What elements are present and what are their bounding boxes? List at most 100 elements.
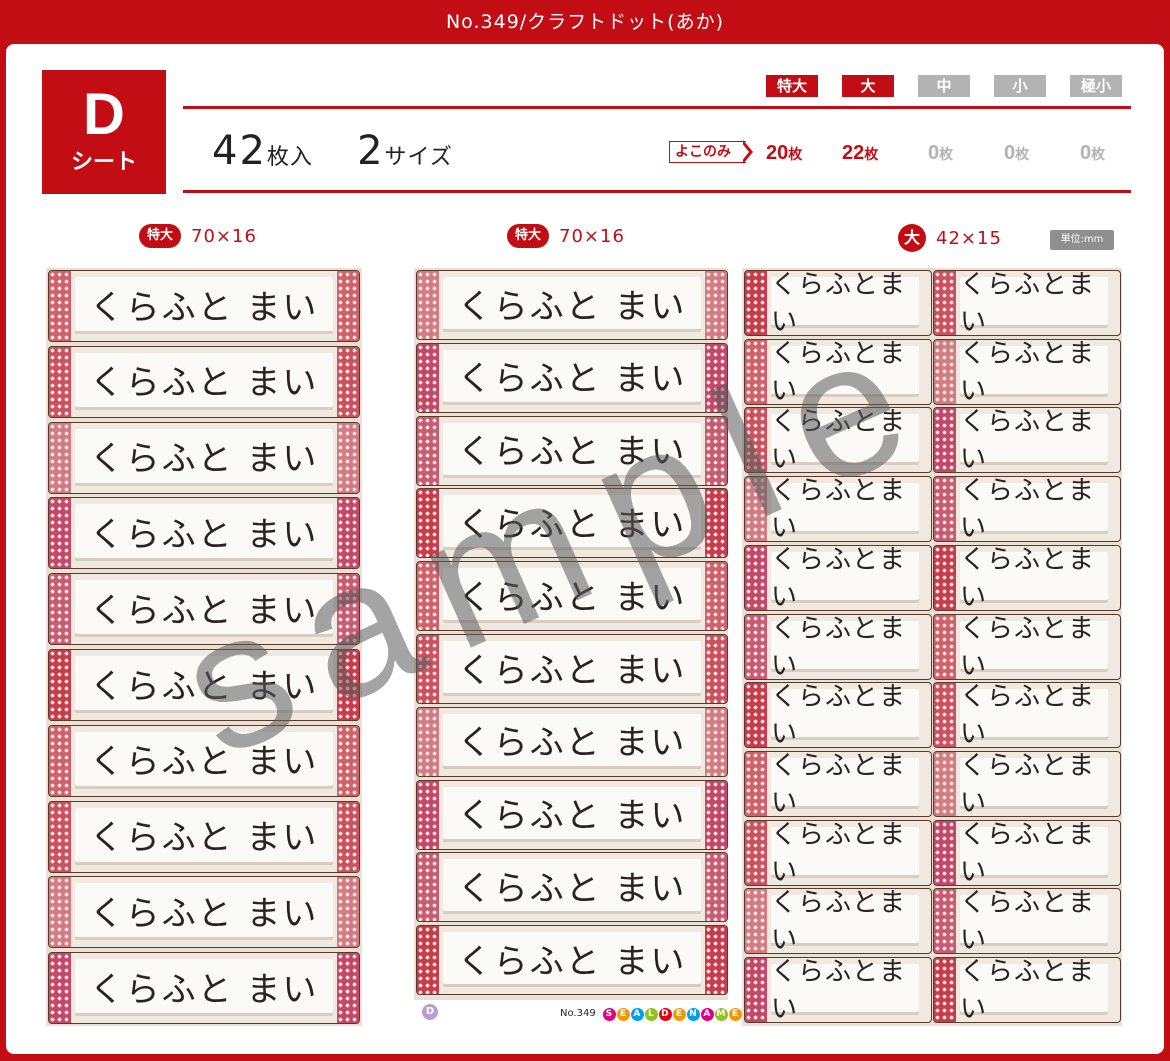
sheet-count: 42枚入 2サイズ bbox=[212, 128, 453, 174]
name-label-text: くらふとまい bbox=[960, 821, 1108, 885]
column-header-1: 特大 70×16 bbox=[139, 224, 257, 250]
count-xl: 20枚 bbox=[766, 142, 803, 164]
name-label: くらふと まい bbox=[416, 270, 728, 340]
name-label: くらふと まい bbox=[48, 952, 360, 1025]
sheet-letter: D bbox=[83, 82, 125, 147]
name-label-text: くらふとまい bbox=[771, 889, 919, 953]
name-label-text: くらふとまい bbox=[960, 271, 1108, 335]
name-label-text: くらふとまい bbox=[960, 889, 1108, 953]
name-label: くらふとまい bbox=[933, 338, 1121, 405]
name-label: くらふと まい bbox=[48, 421, 360, 494]
name-label: くらふとまい bbox=[933, 270, 1121, 336]
name-label: くらふとまい bbox=[744, 270, 932, 336]
name-label: くらふと まい bbox=[416, 925, 728, 996]
name-label-text: くらふと まい bbox=[75, 352, 333, 407]
name-label-text: くらふと まい bbox=[443, 859, 701, 912]
name-label-text: くらふとまい bbox=[771, 821, 919, 885]
label-dimensions: 70×16 bbox=[191, 225, 257, 247]
name-label: くらふとまい bbox=[933, 888, 1121, 955]
sheet-count-number: 42 bbox=[212, 128, 267, 174]
size-tab-xl: 特大 bbox=[766, 75, 818, 97]
name-label-text: くらふと まい bbox=[75, 277, 333, 331]
name-label: くらふとまい bbox=[744, 613, 932, 680]
name-label-text: くらふとまい bbox=[771, 408, 919, 472]
name-label: くらふとまい bbox=[744, 544, 932, 611]
name-label: くらふと まい bbox=[48, 497, 360, 570]
name-label: くらふとまい bbox=[744, 407, 932, 474]
name-label-text: くらふと まい bbox=[443, 641, 701, 693]
name-label-text: くらふとまい bbox=[960, 683, 1108, 747]
size-badge: 大 bbox=[898, 224, 926, 252]
name-label-text: くらふと まい bbox=[75, 504, 333, 559]
name-label-text: くらふとまい bbox=[960, 408, 1108, 472]
name-label-text: くらふと まい bbox=[75, 883, 333, 938]
name-label-text: くらふとまい bbox=[960, 477, 1108, 541]
name-label-text: くらふとまい bbox=[960, 546, 1108, 610]
name-label: くらふと まい bbox=[416, 852, 728, 923]
name-label-text: くらふとまい bbox=[771, 340, 919, 404]
count-s: 0枚 bbox=[1004, 142, 1030, 164]
sheet-kind: シート bbox=[70, 150, 137, 175]
brand-name: SEALDENAME bbox=[602, 1008, 743, 1021]
name-label: くらふと まい bbox=[48, 270, 360, 342]
name-label: くらふとまい bbox=[933, 750, 1121, 817]
name-label: くらふと まい bbox=[416, 342, 728, 413]
unit-note: 単位:mm bbox=[1050, 230, 1114, 250]
name-label: くらふと まい bbox=[416, 634, 728, 704]
size-count-number: 2 bbox=[357, 128, 385, 174]
name-label-text: くらふとまい bbox=[960, 340, 1108, 404]
name-label: くらふと まい bbox=[48, 649, 360, 721]
label-dimensions: 42×15 bbox=[936, 227, 1002, 249]
name-label: くらふと まい bbox=[416, 706, 728, 777]
name-label: くらふとまい bbox=[744, 819, 932, 886]
size-tab-xs: 極小 bbox=[1070, 75, 1122, 97]
name-label-text: くらふとまい bbox=[960, 958, 1108, 1022]
brand-logo: No.349 SEALDENAME bbox=[560, 1008, 743, 1021]
sheet-d-badge: D bbox=[422, 1004, 438, 1020]
name-label: くらふとまい bbox=[933, 682, 1121, 749]
orientation-tag: よこのみ bbox=[669, 140, 755, 164]
name-label: くらふとまい bbox=[744, 957, 932, 1023]
count-xs: 0枚 bbox=[1080, 142, 1106, 164]
name-label: くらふと まい bbox=[48, 876, 360, 949]
name-label-text: くらふと まい bbox=[75, 428, 333, 483]
name-label-text: くらふと まい bbox=[443, 932, 701, 985]
name-label-text: くらふとまい bbox=[771, 615, 919, 679]
name-label-text: くらふとまい bbox=[771, 271, 919, 335]
name-label: くらふとまい bbox=[744, 338, 932, 405]
name-label-text: くらふとまい bbox=[960, 752, 1108, 816]
divider-bottom bbox=[183, 190, 1131, 193]
name-label: くらふと まい bbox=[416, 561, 728, 632]
name-label-text: くらふとまい bbox=[771, 477, 919, 541]
name-label-text: くらふと まい bbox=[75, 731, 333, 786]
name-label-text: くらふと まい bbox=[443, 786, 701, 839]
name-label: くらふとまい bbox=[933, 407, 1121, 474]
name-label: くらふとまい bbox=[744, 476, 932, 543]
name-label-text: くらふとまい bbox=[960, 615, 1108, 679]
name-label: くらふとまい bbox=[933, 819, 1121, 886]
name-label: くらふと まい bbox=[416, 415, 728, 486]
name-label-text: くらふと まい bbox=[443, 568, 701, 621]
divider-top bbox=[183, 106, 1131, 109]
name-label-text: くらふと まい bbox=[75, 959, 333, 1014]
name-label-text: くらふとまい bbox=[771, 546, 919, 610]
name-label-text: くらふと まい bbox=[75, 807, 333, 862]
name-label: くらふとまい bbox=[744, 888, 932, 955]
name-label: くらふと まい bbox=[48, 800, 360, 873]
name-label-text: くらふとまい bbox=[771, 683, 919, 747]
count-m: 0枚 bbox=[928, 142, 954, 164]
size-badge: 特大 bbox=[507, 224, 550, 248]
name-label-text: くらふと まい bbox=[443, 495, 701, 548]
name-label: くらふと まい bbox=[48, 345, 360, 418]
product-number: No.349 bbox=[560, 1008, 596, 1019]
name-label-text: くらふと まい bbox=[443, 349, 701, 402]
name-label-text: くらふと まい bbox=[75, 580, 333, 635]
name-label: くらふとまい bbox=[933, 613, 1121, 680]
size-count-unit: サイズ bbox=[384, 145, 453, 170]
name-label: くらふとまい bbox=[744, 750, 932, 817]
name-label: くらふと まい bbox=[416, 488, 728, 559]
name-label: くらふと まい bbox=[48, 724, 360, 797]
name-label-text: くらふとまい bbox=[771, 752, 919, 816]
size-tab-m: 中 bbox=[918, 75, 970, 97]
name-label: くらふと まい bbox=[48, 573, 360, 646]
